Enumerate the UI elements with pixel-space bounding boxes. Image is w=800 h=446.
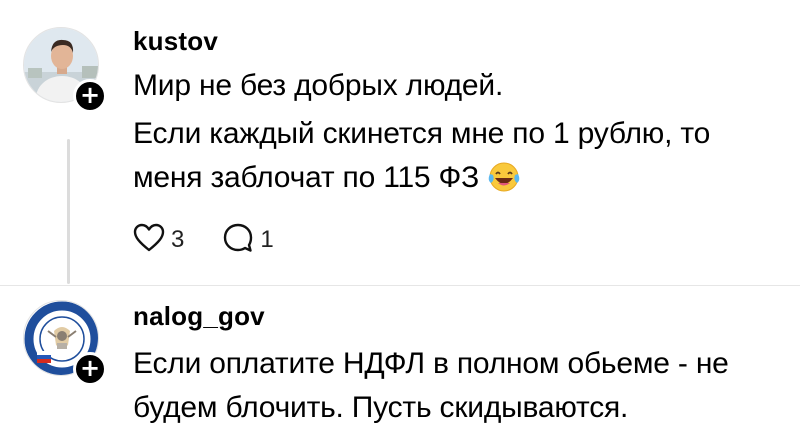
post-text-line: Мир не без добрых людей.: [133, 69, 504, 102]
reply-count: 1: [260, 226, 274, 253]
follow-plus-button[interactable]: +: [73, 79, 107, 113]
heart-icon: [133, 223, 165, 258]
post-nalog-gov: + nalog_gov Если оплатите НДФЛ в полном …: [0, 286, 800, 446]
like-button[interactable]: 3: [133, 223, 184, 258]
post-actions: 3 1: [133, 220, 312, 260]
post-text-line: будем блочить. Пусть скидываются.: [133, 391, 629, 424]
post-kustov: + kustov Мир не без добрых людей. Если к…: [0, 0, 800, 285]
thread-line: [67, 139, 70, 284]
reply-button[interactable]: 1: [222, 222, 274, 259]
avatar-kustov[interactable]: +: [23, 27, 107, 113]
post-text-line: меня заблочат по 115 ФЗ: [133, 161, 480, 194]
username[interactable]: nalog_gov: [133, 301, 265, 332]
username[interactable]: kustov: [133, 26, 218, 57]
comment-bubble-icon: [222, 222, 254, 259]
post-text-line: Если оплатите НДФЛ в полном обьеме - не: [133, 347, 729, 380]
post-text-line: Если каждый скинется мне по 1 рублю, то: [133, 117, 711, 150]
post-text-line-with-emoji: меня заблочат по 115 ФЗ: [133, 158, 521, 204]
follow-plus-button[interactable]: +: [73, 352, 107, 386]
avatar-nalog-gov[interactable]: +: [23, 300, 107, 386]
face-with-tears-of-joy-icon: [487, 161, 521, 204]
like-count: 3: [171, 226, 185, 253]
